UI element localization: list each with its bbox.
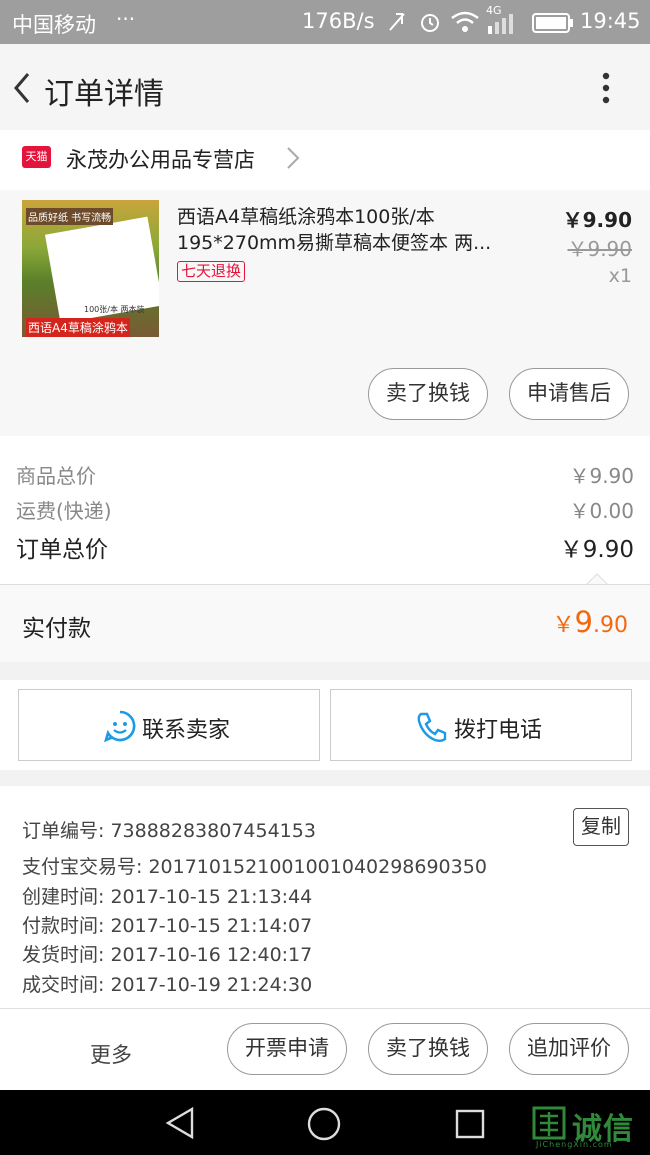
product-image-text: 品质好纸 书写流畅 <box>26 208 114 225</box>
shipped-time: 发货时间: 2017-10-16 12:40:17 <box>22 944 313 966</box>
watermark-logo-icon <box>532 1106 566 1140</box>
vibrate-off-icon <box>389 13 405 31</box>
return-policy-tag: 七天退换 <box>177 261 246 282</box>
summary-label: 运费(快递) <box>16 499 112 523</box>
paid-integer: 9 <box>574 605 593 639</box>
clock: 19:45 <box>580 9 641 33</box>
chevron-right-icon <box>287 147 300 169</box>
wifi-icon <box>451 11 479 32</box>
battery-icon <box>532 13 573 33</box>
store-row[interactable]: 天猫 永茂办公用品专营店 <box>0 130 650 190</box>
nav-recents-icon[interactable] <box>454 1108 486 1140</box>
copy-button[interactable]: 复制 <box>573 808 629 846</box>
call-phone-button[interactable]: 拨打电话 <box>330 689 632 761</box>
call-phone-label: 拨打电话 <box>454 718 543 743</box>
order-number: 订单编号: 73888283807454153 <box>22 820 316 842</box>
after-sales-button[interactable]: 申请售后 <box>509 368 629 420</box>
summary-label: 订单总价 <box>16 537 108 563</box>
summary-row-total: 订单总价 ￥9.90 <box>16 530 634 564</box>
more-options-icon[interactable] <box>594 68 618 108</box>
summary-value: ￥0.00 <box>569 499 634 523</box>
store-name: 永茂办公用品专营店 <box>66 148 255 172</box>
notification-dots: ··· <box>116 7 136 31</box>
product-image-text: 西语A4草稿涂鸦本 <box>26 318 130 337</box>
page-title: 订单详情 <box>44 77 164 112</box>
paid-currency: ￥ <box>552 613 575 638</box>
phone-icon <box>417 712 447 742</box>
paid-amount: ￥9.90 <box>553 605 628 639</box>
sell-for-cash-button[interactable]: 卖了换钱 <box>368 1023 488 1075</box>
product-item[interactable]: 品质好纸 书写流畅 100张/本 两本装 西语A4草稿涂鸦本 西语A4草稿纸涂鸦… <box>0 190 650 436</box>
product-price: ￥9.90 <box>562 208 632 232</box>
watermark-sub: JiChengXin.com <box>536 1140 613 1149</box>
nav-bar: 订单详情 <box>0 44 650 130</box>
paid-decimal: .90 <box>593 613 628 638</box>
completed-time: 成交时间: 2017-10-19 21:24:30 <box>22 974 313 996</box>
product-original-price: ￥9.90 <box>567 237 632 261</box>
product-title: 西语A4草稿纸涂鸦本100张/本 195*270mm易撕草稿本便签本 两... <box>177 206 492 254</box>
summary-row: 商品总价 ￥9.90 <box>16 460 634 489</box>
summary-label: 商品总价 <box>16 464 96 488</box>
signal-icon <box>488 14 513 34</box>
paid-label: 实付款 <box>22 616 91 642</box>
summary-row: 运费(快递) ￥0.00 <box>16 495 634 524</box>
nav-back-icon[interactable] <box>164 1106 198 1140</box>
status-bar: 中国移动 ··· 176B/s 4G 19:45 <box>0 0 650 44</box>
alipay-trade-number: 支付宝交易号: 2017101521001001040298690350 <box>22 856 487 878</box>
carrier-label: 中国移动 <box>12 13 96 37</box>
more-button[interactable]: 更多 <box>90 1039 132 1069</box>
bottom-action-bar: 更多 开票申请 卖了换钱 追加评价 <box>0 1008 650 1090</box>
summary-value: ￥9.90 <box>569 464 634 488</box>
paid-time: 付款时间: 2017-10-15 21:14:07 <box>22 915 313 937</box>
net-speed: 176B/s <box>302 9 375 33</box>
product-image[interactable]: 品质好纸 书写流畅 100张/本 两本装 西语A4草稿涂鸦本 <box>22 200 159 337</box>
invoice-request-button[interactable]: 开票申请 <box>227 1023 347 1075</box>
contact-seller-label: 联系卖家 <box>142 718 231 743</box>
contact-section: 联系卖家 拨打电话 <box>0 680 650 770</box>
paid-amount-row: 实付款 ￥9.90 <box>0 584 650 662</box>
product-quantity: x1 <box>608 265 632 287</box>
tmall-badge: 天猫 <box>22 146 51 168</box>
order-info: 订单编号: 73888283807454153 复制 支付宝交易号: 20171… <box>0 786 650 1008</box>
created-time: 创建时间: 2017-10-15 21:13:44 <box>22 886 313 908</box>
back-icon[interactable] <box>8 68 38 108</box>
price-summary: 商品总价 ￥9.90 运费(快递) ￥0.00 订单总价 ￥9.90 <box>0 436 650 585</box>
add-review-button[interactable]: 追加评价 <box>509 1023 629 1075</box>
sell-for-cash-button[interactable]: 卖了换钱 <box>368 368 488 420</box>
nav-home-icon[interactable] <box>306 1106 342 1142</box>
product-image-text: 100张/本 两本装 <box>84 305 145 314</box>
contact-seller-button[interactable]: 联系卖家 <box>18 689 320 761</box>
chat-face-icon <box>103 710 136 743</box>
summary-value: ￥9.90 <box>559 537 634 563</box>
alarm-icon <box>421 14 439 32</box>
